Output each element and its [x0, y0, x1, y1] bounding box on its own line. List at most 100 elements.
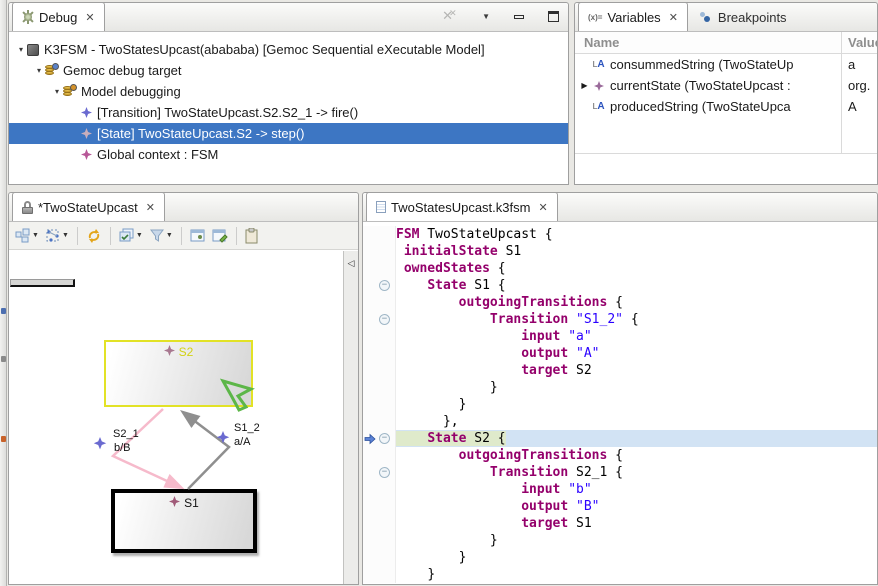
- code-line[interactable]: outgoingTransitions {: [363, 294, 877, 311]
- transition-name-label[interactable]: S1_2: [234, 422, 260, 434]
- code-line[interactable]: − State S1 {: [363, 277, 877, 294]
- toolbar-button-maximize[interactable]: [547, 10, 560, 23]
- dropdown-arrow-icon[interactable]: ▼: [136, 232, 143, 239]
- code-line[interactable]: − Transition "S1_2" {: [363, 311, 877, 328]
- toolbar-button-arrange[interactable]: ▼: [44, 227, 70, 245]
- code-line[interactable]: }: [363, 379, 877, 396]
- edit-diagram-icon: [212, 228, 228, 244]
- trim-view-icon[interactable]: [1, 436, 6, 442]
- tree-expander-icon[interactable]: ▾: [15, 45, 27, 54]
- debug-tree-item[interactable]: Global context : FSM: [9, 144, 568, 165]
- variable-row[interactable]: LAproducedString (TwoStateUpcaA: [575, 96, 877, 117]
- diagram-canvas[interactable]: S2 S1 S2_1 b/B S1_2 a/A: [10, 279, 344, 584]
- debug-tree-item[interactable]: ▾Gemoc debug target: [9, 60, 568, 81]
- transition-edge-s1-2[interactable]: [184, 413, 229, 489]
- variable-row[interactable]: LAconsummedString (TwoStateUpa: [575, 54, 877, 75]
- toolbar-button-layout[interactable]: ▼: [14, 227, 40, 245]
- debug-target-icon: [45, 64, 58, 77]
- close-icon[interactable]: ✕: [146, 201, 155, 214]
- toolbar-button-preview[interactable]: [189, 227, 207, 245]
- code-line[interactable]: }: [363, 549, 877, 566]
- toolbar-button-refresh[interactable]: [85, 227, 103, 245]
- code-line[interactable]: outgoingTransitions {: [363, 447, 877, 464]
- refresh-icon: [86, 228, 102, 244]
- code-line[interactable]: target S2: [363, 362, 877, 379]
- column-name[interactable]: Name: [575, 35, 619, 50]
- column-value[interactable]: Value: [848, 35, 877, 50]
- variables-tab-bar: (x)= Variables ✕ Breakpoints: [575, 3, 877, 32]
- dropdown-arrow-icon[interactable]: ▼: [166, 232, 173, 239]
- transition-guard-label[interactable]: a/A: [234, 436, 251, 448]
- debug-tree-item[interactable]: [Transition] TwoStateUpcast.S2.S2_1 -> f…: [9, 102, 568, 123]
- code-line[interactable]: input "a": [363, 328, 877, 345]
- fold-marker-icon[interactable]: −: [379, 280, 390, 291]
- tree-expander-icon[interactable]: ▾: [51, 87, 63, 96]
- code-line[interactable]: }: [363, 396, 877, 413]
- tab-diagram[interactable]: *TwoStateUpcast ✕: [12, 192, 165, 221]
- code-margin: [363, 243, 396, 260]
- tab-variables[interactable]: (x)= Variables ✕: [578, 2, 688, 31]
- filter-icon: [149, 228, 165, 244]
- fold-marker-icon[interactable]: −: [379, 467, 390, 478]
- toolbar-button-filters[interactable]: ▼: [148, 227, 174, 245]
- tab-k3fsm-file[interactable]: TwoStatesUpcast.k3fsm ✕: [366, 192, 558, 221]
- collapse-palette-button[interactable]: ◁: [345, 255, 358, 271]
- code-line[interactable]: }: [363, 532, 877, 549]
- close-icon[interactable]: ✕: [538, 201, 547, 214]
- left-trim-strip[interactable]: [0, 0, 7, 586]
- trim-view-icon[interactable]: [1, 308, 6, 314]
- code-line[interactable]: }: [363, 566, 877, 583]
- toolbar-button-clipboard[interactable]: [244, 227, 260, 245]
- variable-row[interactable]: ▶currentState (TwoStateUpcast :org.: [575, 75, 877, 96]
- minimize-icon[interactable]: [514, 15, 524, 19]
- transition-guard-label[interactable]: b/B: [114, 442, 131, 454]
- fold-marker-icon[interactable]: −: [379, 314, 390, 325]
- debug-tree-item[interactable]: ▾K3FSM - TwoStatesUpcast(abababa) [Gemoc…: [9, 39, 568, 60]
- maximize-icon[interactable]: [548, 11, 559, 22]
- code-line[interactable]: ownedStates {: [363, 260, 877, 277]
- tree-expander-icon[interactable]: ▾: [33, 66, 45, 75]
- code-text-area[interactable]: FSM TwoStateUpcast { initialState S1 own…: [363, 222, 877, 584]
- tab-variables-label: Variables: [607, 10, 660, 25]
- toolbar-button-minimize[interactable]: [513, 12, 525, 20]
- code-margin: [363, 532, 396, 549]
- column-divider[interactable]: [841, 32, 842, 153]
- toolbar-button-edit-diagram[interactable]: [211, 227, 229, 245]
- code-line[interactable]: output "A": [363, 345, 877, 362]
- variables-table-header[interactable]: Name Value: [575, 32, 877, 54]
- code-line[interactable]: output "B": [363, 498, 877, 515]
- code-margin: −: [363, 464, 396, 481]
- dropdown-arrow-icon[interactable]: ▼: [32, 232, 39, 239]
- tab-debug[interactable]: Debug ✕: [12, 2, 105, 31]
- code-margin: [363, 345, 396, 362]
- dropdown-arrow-icon[interactable]: ▼: [62, 232, 69, 239]
- code-margin: [363, 498, 396, 515]
- code-line[interactable]: target S1: [363, 515, 877, 532]
- object-variable-icon: [591, 81, 606, 91]
- toolbar-button-view-menu[interactable]: ▼: [481, 11, 491, 22]
- toolbar-separator: [110, 227, 111, 245]
- code-line[interactable]: },: [363, 413, 877, 430]
- code-line[interactable]: − Transition S2_1 {: [363, 464, 877, 481]
- transition-name-label[interactable]: S2_1: [113, 428, 139, 440]
- remove-terminated-icon[interactable]: ✕✕: [442, 9, 458, 23]
- fold-marker-icon[interactable]: −: [379, 433, 390, 444]
- toolbar-button-layers[interactable]: ▼: [118, 227, 144, 245]
- variable-expander-icon[interactable]: ▶: [578, 81, 591, 90]
- view-menu-icon[interactable]: ▼: [482, 12, 490, 21]
- debug-tree-item[interactable]: ▾Model debugging: [9, 81, 568, 102]
- code-margin: [363, 362, 396, 379]
- editor-tab-bar: TwoStatesUpcast.k3fsm ✕: [363, 193, 877, 222]
- trim-view-icon[interactable]: [1, 356, 6, 362]
- code-line[interactable]: input "b": [363, 481, 877, 498]
- close-icon[interactable]: ✕: [669, 11, 678, 24]
- breakpoints-icon: [700, 12, 713, 23]
- toolbar-button-remove-terminated[interactable]: ✕✕: [441, 8, 459, 24]
- code-line[interactable]: FSM TwoStateUpcast {: [363, 226, 877, 243]
- tab-breakpoints[interactable]: Breakpoints: [691, 4, 796, 31]
- code-line[interactable]: initialState S1: [363, 243, 877, 260]
- close-icon[interactable]: ✕: [85, 11, 94, 24]
- debug-tree-item[interactable]: [State] TwoStateUpcast.S2 -> step(): [9, 123, 568, 144]
- model-debugging-icon: [63, 85, 76, 98]
- code-line[interactable]: − State S2 {: [363, 430, 877, 447]
